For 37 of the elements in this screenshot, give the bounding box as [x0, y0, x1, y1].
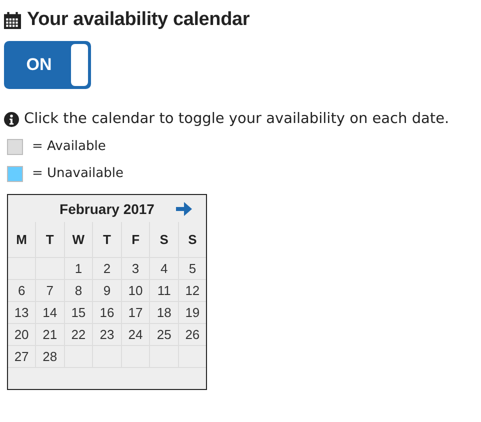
date-cell[interactable]: 12	[178, 280, 206, 302]
date-cell[interactable]: 26	[178, 324, 206, 346]
date-cell[interactable]: 27	[8, 346, 36, 368]
date-cell[interactable]: 4	[150, 258, 178, 280]
date-cell[interactable]: 22	[64, 324, 93, 346]
date-cell[interactable]: 19	[178, 302, 206, 324]
date-cell[interactable]: 5	[178, 258, 206, 280]
calendar-icon	[4, 12, 21, 28]
date-cell[interactable]: 9	[92, 280, 122, 302]
date-cell[interactable]: 10	[121, 280, 150, 302]
date-cell[interactable]: 23	[92, 324, 122, 346]
info-icon	[4, 112, 19, 126]
legend-label: = Available	[32, 139, 106, 154]
date-cell[interactable]: 25	[150, 324, 178, 346]
date-cell[interactable]: 24	[121, 324, 150, 346]
toggle-switch[interactable]: ON	[4, 41, 91, 89]
info-text: Click the calendar to toggle your availability on each date.	[24, 111, 450, 127]
date-cell[interactable]: 14	[36, 302, 64, 324]
date-cell[interactable]: 3	[121, 258, 150, 280]
date-cell[interactable]: 18	[150, 302, 178, 324]
date-cell[interactable]: 21	[36, 324, 64, 346]
arrow-right-icon[interactable]	[176, 202, 192, 216]
date-cell[interactable]: 20	[8, 324, 36, 346]
legend-label: = Unavailable	[32, 166, 124, 181]
date-cell[interactable]: 28	[36, 346, 64, 368]
date-cell[interactable]: 15	[64, 302, 93, 324]
date-cell[interactable]: 2	[92, 258, 122, 280]
month-title: February 2017	[60, 200, 154, 216]
date-cell[interactable]: 17	[121, 302, 150, 324]
date-cell[interactable]: 16	[92, 302, 122, 324]
date-cell[interactable]: 6	[8, 280, 36, 302]
date-cell[interactable]: 11	[150, 280, 178, 302]
date-cell[interactable]: 7	[36, 280, 64, 302]
heading: Your availability calendar	[27, 9, 250, 31]
date-cell[interactable]: 8	[64, 280, 93, 302]
date-cell[interactable]: 1	[64, 258, 93, 280]
date-cell[interactable]: 13	[8, 302, 36, 324]
